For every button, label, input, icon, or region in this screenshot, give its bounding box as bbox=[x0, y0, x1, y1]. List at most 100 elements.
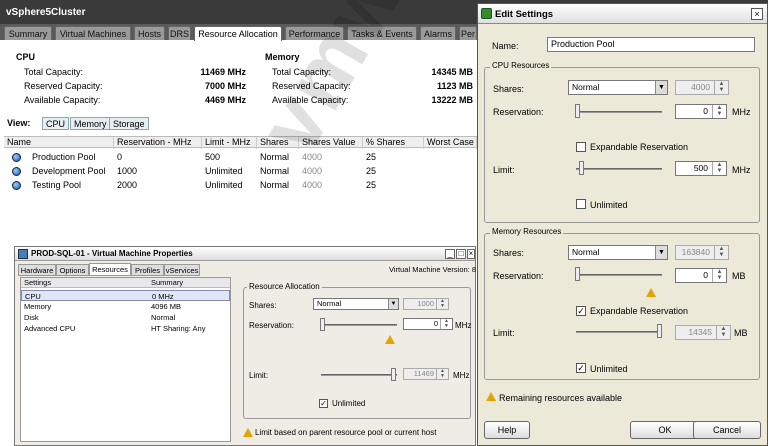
list-item[interactable]: CPU 0 MHz bbox=[21, 290, 230, 301]
vm-reservation-slider-handle[interactable] bbox=[320, 318, 325, 331]
cpu-unlimited-checkbox[interactable] bbox=[576, 199, 586, 209]
table-row[interactable]: Testing Pool 2000 Unlimited Normal 4000 … bbox=[4, 178, 477, 192]
ok-button[interactable]: OK bbox=[630, 421, 700, 439]
mem-reservation-slider-track[interactable] bbox=[576, 274, 662, 276]
mem-limit-value: 14345 bbox=[688, 327, 712, 337]
row-reservation: 1000 bbox=[117, 166, 138, 176]
table-row[interactable]: Production Pool 0 500 Normal 4000 25 bbox=[4, 150, 477, 164]
close-icon[interactable]: × bbox=[751, 8, 763, 20]
tab-drs[interactable]: DRS bbox=[168, 26, 191, 40]
tab-performance[interactable]: Performance bbox=[285, 26, 344, 40]
vm-tab-hardware[interactable]: Hardware bbox=[18, 264, 56, 276]
tab-resource-allocation[interactable]: Resource Allocation bbox=[194, 26, 282, 41]
col-shares[interactable]: Shares bbox=[257, 137, 299, 149]
cpu-available-label: Available Capacity: bbox=[24, 95, 101, 105]
vm-shares-select[interactable]: Normal ▼ bbox=[313, 298, 399, 310]
tab-summary[interactable]: Summary bbox=[4, 26, 52, 40]
col-shares-value[interactable]: Shares Value bbox=[299, 137, 363, 149]
col-name[interactable]: Name bbox=[4, 137, 114, 149]
cpu-reservation-spinner[interactable]: 0 ▲ ▼ bbox=[675, 104, 727, 119]
vm-unlimited-label: Unlimited bbox=[332, 399, 366, 408]
warning-icon bbox=[646, 288, 656, 297]
cpu-limit-slider-track[interactable] bbox=[576, 168, 662, 170]
cpu-limit-spinner[interactable]: 500 ▲ ▼ bbox=[675, 161, 727, 176]
vm-properties-title: PROD-SQL-01 - Virtual Machine Properties bbox=[15, 247, 475, 261]
tab-tasks-events[interactable]: Tasks & Events bbox=[347, 26, 417, 40]
cpu-reservation-label: Reservation: bbox=[493, 107, 544, 117]
resource-pool-icon bbox=[12, 167, 21, 176]
warning-icon bbox=[243, 428, 253, 437]
cpu-limit-unit: MHz bbox=[732, 165, 751, 175]
row-pct: 25 bbox=[366, 152, 377, 162]
vm-unlimited-checkbox[interactable]: ✓ bbox=[319, 399, 328, 408]
cpu-total-value: 11469 MHz bbox=[200, 67, 246, 77]
cpu-expandable-checkbox[interactable] bbox=[576, 142, 586, 152]
col-reservation[interactable]: Reservation - MHz bbox=[114, 137, 202, 149]
vm-limit-unit: MHz bbox=[453, 371, 470, 380]
mem-limit-label: Limit: bbox=[493, 328, 515, 338]
view-storage-button[interactable]: Storage bbox=[109, 117, 149, 130]
vm-reservation-spinner[interactable]: 0 ▲ ▼ bbox=[403, 318, 453, 330]
list-item[interactable]: Advanced CPU HT Sharing: Any bbox=[21, 323, 230, 334]
mem-shares-label: Shares: bbox=[493, 248, 525, 258]
tab-alarms[interactable]: Alarms bbox=[420, 26, 456, 40]
vm-reservation-slider-track[interactable] bbox=[321, 324, 397, 326]
memory-heading: Memory bbox=[265, 52, 300, 62]
cpu-limit-label: Limit: bbox=[493, 165, 515, 175]
vm-version: Virtual Machine Version: 8 bbox=[389, 265, 476, 274]
maximize-icon[interactable]: □ bbox=[456, 249, 466, 259]
table-row[interactable]: Development Pool 1000 Unlimited Normal 4… bbox=[4, 164, 477, 178]
vm-tab-resources[interactable]: Resources bbox=[89, 263, 131, 276]
mem-reservation-spinner[interactable]: 0 ▲ ▼ bbox=[675, 268, 727, 283]
mem-unlimited-checkbox[interactable]: ✓ bbox=[576, 363, 586, 373]
vm-shares-select-value: Normal bbox=[317, 299, 342, 308]
row-reservation: 2000 bbox=[117, 180, 138, 190]
mem-limit-slider-handle[interactable] bbox=[657, 324, 662, 338]
cpu-reservation-slider-track[interactable] bbox=[576, 111, 662, 113]
vm-limit-slider-handle[interactable] bbox=[391, 368, 396, 381]
col-worst-case[interactable]: Worst Case bbox=[424, 137, 477, 149]
warning-icon bbox=[486, 392, 496, 401]
view-cpu-button[interactable]: CPU bbox=[42, 117, 70, 130]
vm-tab-vservices[interactable]: vServices bbox=[164, 264, 200, 276]
view-memory-button[interactable]: Memory bbox=[70, 117, 111, 130]
setting-summary: Normal bbox=[151, 313, 176, 322]
cpu-shares-value: Normal bbox=[572, 82, 600, 92]
col-pct-shares[interactable]: % Shares bbox=[363, 137, 424, 149]
tab-virtual-machines[interactable]: Virtual Machines bbox=[55, 26, 131, 40]
vm-limit-slider-track[interactable] bbox=[321, 374, 397, 376]
vm-tab-profiles[interactable]: Profiles bbox=[131, 264, 164, 276]
close-icon[interactable]: × bbox=[467, 249, 475, 259]
minimize-icon[interactable]: _ bbox=[445, 249, 455, 259]
cpu-reserved-value: 7000 MHz bbox=[204, 81, 246, 91]
cpu-reservation-slider-handle[interactable] bbox=[575, 104, 580, 118]
resource-pool-icon bbox=[12, 181, 21, 190]
cpu-shares-select[interactable]: Normal ▼ bbox=[568, 80, 668, 95]
vm-limit-value: 11469 bbox=[413, 369, 434, 378]
tab-per[interactable]: Per bbox=[459, 26, 477, 40]
vm-properties-dialog: PROD-SQL-01 - Virtual Machine Properties… bbox=[14, 246, 476, 446]
vm-tab-options[interactable]: Options bbox=[56, 264, 89, 276]
spinner-arrows-icon: ▲ ▼ bbox=[714, 246, 728, 259]
list-item[interactable]: Memory 4096 MB bbox=[21, 301, 230, 312]
row-pct: 25 bbox=[366, 180, 377, 190]
mem-reservation-slider-handle[interactable] bbox=[575, 267, 580, 281]
cpu-limit-slider-handle[interactable] bbox=[579, 161, 584, 175]
vm-col-summary[interactable]: Summary bbox=[151, 278, 183, 287]
col-limit[interactable]: Limit - MHz bbox=[202, 137, 257, 149]
tab-hosts[interactable]: Hosts bbox=[134, 26, 165, 40]
cancel-button[interactable]: Cancel bbox=[693, 421, 761, 439]
mem-expandable-checkbox[interactable]: ✓ bbox=[576, 306, 586, 316]
cpu-shares-num: 4000 bbox=[691, 82, 710, 92]
mem-total-label: Total Capacity: bbox=[272, 67, 332, 77]
name-field[interactable]: Production Pool bbox=[547, 37, 755, 52]
list-item[interactable]: Disk Normal bbox=[21, 312, 230, 323]
mem-reserved-label: Reserved Capacity: bbox=[272, 81, 351, 91]
vm-resource-allocation-label: Resource Allocation bbox=[247, 282, 322, 291]
help-button[interactable]: Help bbox=[484, 421, 530, 439]
mem-shares-select[interactable]: Normal ▼ bbox=[568, 245, 668, 260]
vm-col-settings[interactable]: Settings bbox=[24, 278, 51, 287]
mem-limit-slider-track[interactable] bbox=[576, 331, 662, 333]
cpu-available-value: 4469 MHz bbox=[204, 95, 246, 105]
cpu-reservation-value: 0 bbox=[703, 106, 708, 116]
